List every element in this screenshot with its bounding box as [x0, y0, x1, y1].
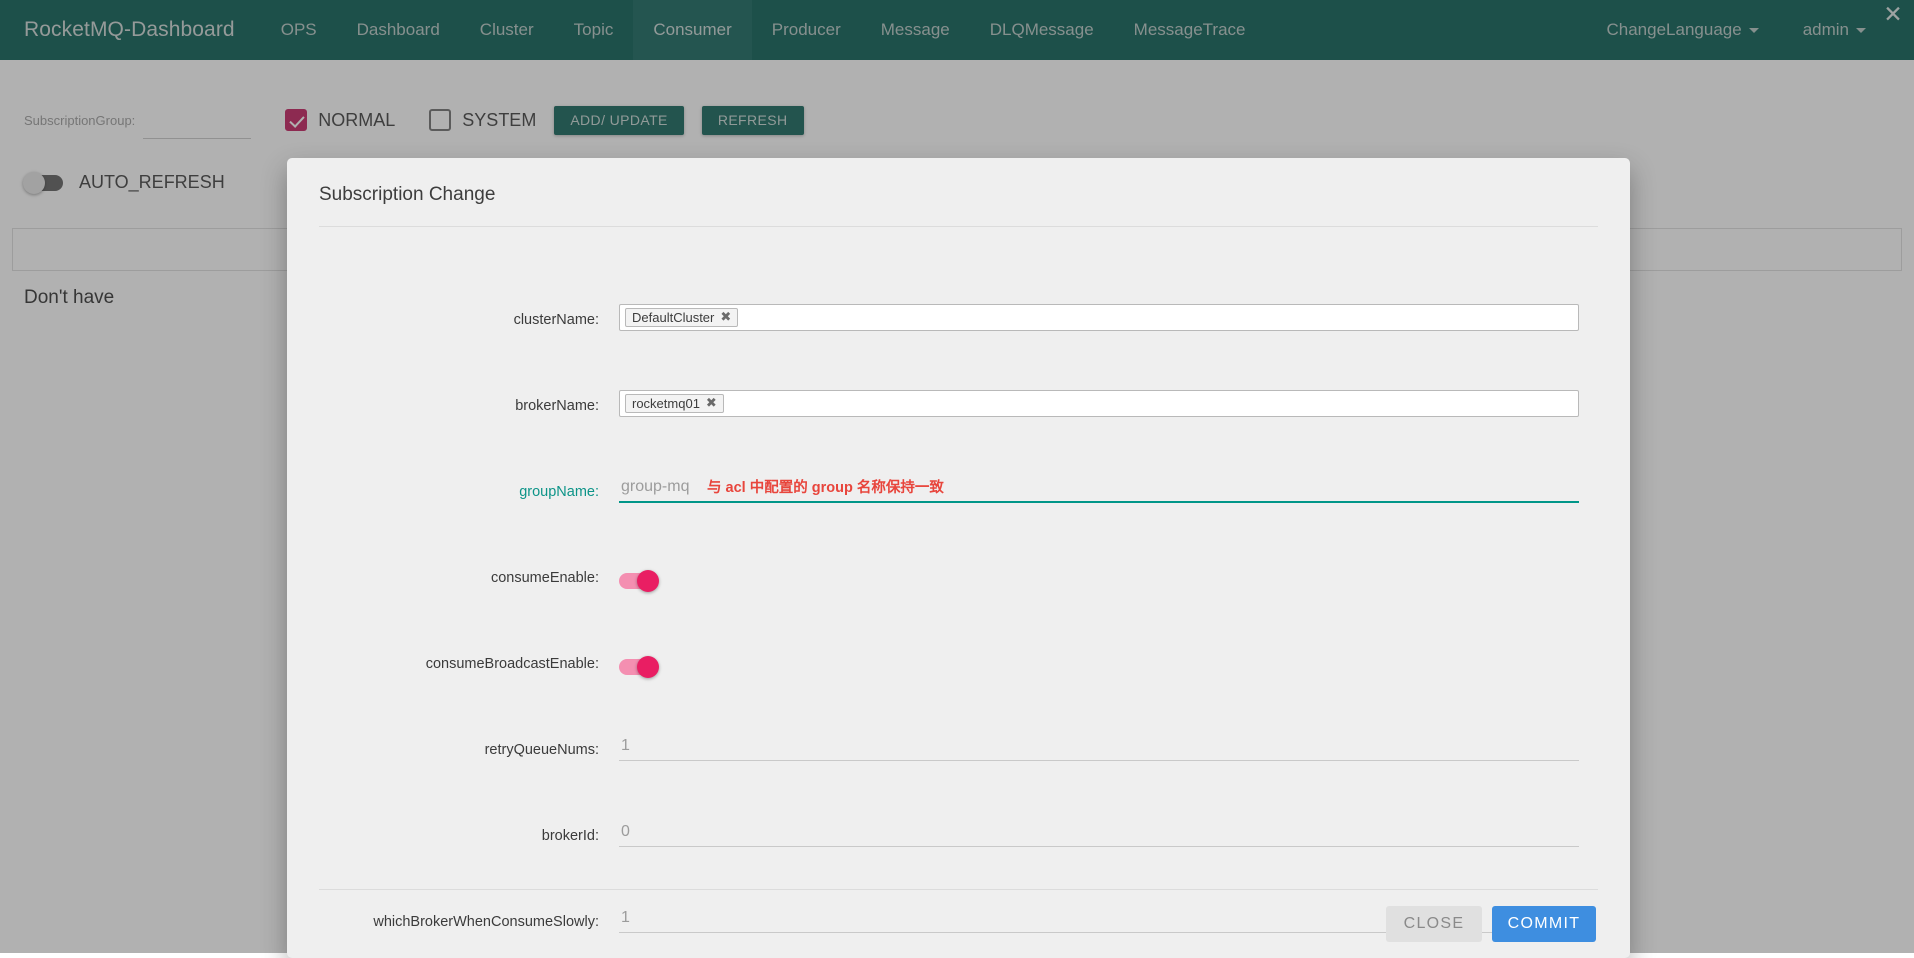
- field-row-brokerid: brokerId:: [319, 761, 1598, 847]
- brokerid-label: brokerId:: [319, 828, 619, 847]
- retryqueuenums-label: retryQueueNums:: [319, 742, 619, 761]
- brokername-chip-input[interactable]: rocketmq01 ✖: [619, 390, 1579, 417]
- consumebroadcastenable-toggle[interactable]: [619, 659, 658, 675]
- chip-label: rocketmq01: [632, 396, 700, 411]
- consumeenable-control: [619, 573, 1598, 589]
- field-row-clustername: clusterName: DefaultCluster ✖: [319, 245, 1598, 331]
- brokerid-control: [619, 823, 1598, 847]
- clustername-control: DefaultCluster ✖: [619, 304, 1598, 331]
- consumeenable-label: consumeEnable:: [319, 570, 619, 589]
- commit-button[interactable]: COMMIT: [1492, 906, 1596, 942]
- chip[interactable]: DefaultCluster ✖: [625, 308, 738, 327]
- close-button[interactable]: CLOSE: [1386, 906, 1482, 942]
- chip-label: DefaultCluster: [632, 310, 714, 325]
- brokername-control: rocketmq01 ✖: [619, 390, 1598, 417]
- clustername-label: clusterName:: [319, 312, 619, 331]
- chip-remove-icon[interactable]: ✖: [706, 396, 717, 411]
- field-row-retryqueuenums: retryQueueNums:: [319, 675, 1598, 761]
- consumeenable-toggle[interactable]: [619, 573, 658, 589]
- groupname-label: groupName:: [319, 484, 619, 503]
- field-row-consumebroadcastenable: consumeBroadcastEnable:: [319, 589, 1598, 675]
- dialog-footer-buttons: CLOSE COMMIT: [287, 890, 1630, 958]
- field-row-groupname: groupName: 与 acl 中配置的 group 名称保持一致: [319, 417, 1598, 503]
- subscription-change-dialog: Subscription Change clusterName: Default…: [287, 158, 1630, 958]
- field-row-brokername: brokerName: rocketmq01 ✖: [319, 331, 1598, 417]
- dialog-body: clusterName: DefaultCluster ✖ brokerName…: [287, 227, 1630, 933]
- groupname-hint-text: 与 acl 中配置的 group 名称保持一致: [707, 476, 944, 497]
- dialog-title: Subscription Change: [287, 158, 1630, 206]
- toggle-knob: [637, 656, 659, 678]
- brokerid-input[interactable]: [619, 823, 1579, 847]
- chip-remove-icon[interactable]: ✖: [720, 310, 731, 325]
- field-row-consumeenable: consumeEnable:: [319, 503, 1598, 589]
- brokername-label: brokerName:: [319, 398, 619, 417]
- consumebroadcastenable-label: consumeBroadcastEnable:: [319, 656, 619, 675]
- retryqueuenums-control: [619, 737, 1598, 761]
- chip[interactable]: rocketmq01 ✖: [625, 394, 724, 413]
- dialog-footer: CLOSE COMMIT: [287, 889, 1630, 958]
- consumebroadcastenable-control: [619, 659, 1598, 675]
- retryqueuenums-input[interactable]: [619, 737, 1579, 761]
- groupname-control: 与 acl 中配置的 group 名称保持一致: [619, 478, 1598, 503]
- clustername-chip-input[interactable]: DefaultCluster ✖: [619, 304, 1579, 331]
- toggle-knob: [637, 570, 659, 592]
